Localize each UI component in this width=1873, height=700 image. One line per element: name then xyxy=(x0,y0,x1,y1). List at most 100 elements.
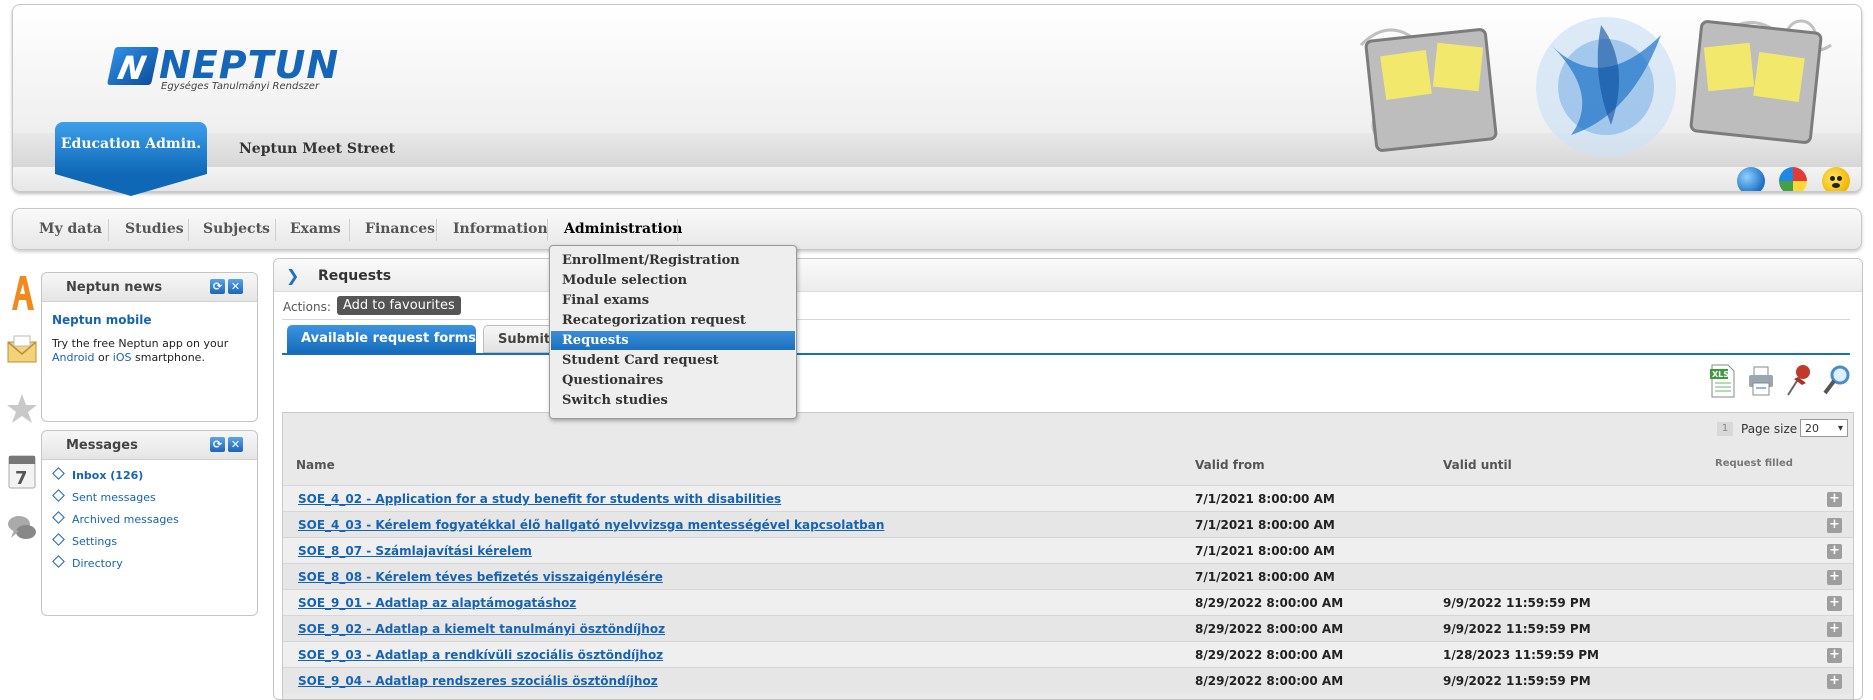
expand-row-button[interactable]: + xyxy=(1827,492,1842,507)
messages-box: Messages ⟳ ✕ Inbox (126) Sent messages A… xyxy=(41,430,258,616)
valid-from-cell: 8/29/2022 8:00:00 AM xyxy=(1195,622,1344,636)
valid-from-cell: 7/1/2021 8:00:00 AM xyxy=(1195,492,1335,506)
messages-box-title: Messages xyxy=(66,438,138,453)
settings-link[interactable]: Settings xyxy=(52,533,117,548)
directory-link[interactable]: Directory xyxy=(52,555,123,570)
nav-separator xyxy=(188,219,189,241)
column-header-request-filled[interactable]: Request filled xyxy=(1715,458,1793,469)
android-link[interactable]: Android xyxy=(52,351,95,364)
requests-table: 1 Page size 20 Name Valid from Valid unt… xyxy=(282,412,1854,699)
column-header-name[interactable]: Name xyxy=(296,458,335,472)
star-icon[interactable] xyxy=(6,392,38,426)
xls-export-icon[interactable]: XLS xyxy=(1708,363,1738,399)
divider xyxy=(282,319,1850,320)
request-link[interactable]: SOE_9_04 - Adatlap rendszeres szociális … xyxy=(298,674,658,688)
requests-panel: ❯ Requests Actions: Add to favourites Av… xyxy=(273,258,1863,700)
color-wheel-icon[interactable] xyxy=(1779,167,1807,191)
table-row: SOE_9_03 - Adatlap a rendkívüli szociáli… xyxy=(283,641,1853,668)
nav-item-studies[interactable]: Studies xyxy=(125,221,184,237)
menu-item-enrollment-registration[interactable]: Enrollment/Registration xyxy=(551,251,795,270)
request-link[interactable]: SOE_9_01 - Adatlap az alaptámogatáshoz xyxy=(298,596,576,610)
print-icon[interactable] xyxy=(1746,363,1776,399)
valid-from-cell: 7/1/2021 8:00:00 AM xyxy=(1195,570,1335,584)
news-box-header: Neptun news ⟳ ✕ xyxy=(42,273,257,302)
svg-text:XLS: XLS xyxy=(1712,370,1729,379)
valid-from-cell: 8/29/2022 8:00:00 AM xyxy=(1195,674,1344,688)
table-row: SOE_4_02 - Application for a study benef… xyxy=(283,485,1853,512)
archived-messages-link[interactable]: Archived messages xyxy=(52,511,179,526)
menu-item-module-selection[interactable]: Module selection xyxy=(551,271,795,290)
nav-item-information[interactable]: Information xyxy=(453,221,548,237)
page-size-select[interactable]: 20 xyxy=(1800,419,1848,438)
neptun-logo[interactable]: N NEPTUN Egységes Tanulmányi Rendszer xyxy=(99,43,338,93)
column-header-valid-from[interactable]: Valid from xyxy=(1195,458,1265,472)
request-link[interactable]: SOE_8_08 - Kérelem téves befizetés vissz… xyxy=(298,570,663,584)
chat-bubbles-icon[interactable] xyxy=(6,512,38,546)
nav-item-my-data[interactable]: My data xyxy=(39,221,102,237)
main-nav: My data Studies Subjects Exams Finances … xyxy=(12,208,1862,250)
valid-from-cell: 8/29/2022 8:00:00 AM xyxy=(1195,596,1344,610)
nav-separator xyxy=(436,219,437,241)
nav-item-administration[interactable]: Administration xyxy=(564,221,682,237)
news-box-title: Neptun news xyxy=(66,280,163,295)
envelope-icon[interactable] xyxy=(6,332,38,366)
page-size-label: Page size xyxy=(1741,422,1798,436)
expand-row-button[interactable]: + xyxy=(1827,518,1842,533)
page-number[interactable]: 1 xyxy=(1717,422,1733,436)
nav-separator xyxy=(275,219,276,241)
role-tab[interactable]: Education Admin. xyxy=(55,122,207,196)
inbox-link[interactable]: Inbox (126) xyxy=(52,467,143,482)
ios-link[interactable]: iOS xyxy=(113,351,132,364)
close-icon[interactable]: ✕ xyxy=(228,279,243,294)
menu-item-final-exams[interactable]: Final exams xyxy=(551,291,795,310)
request-link[interactable]: SOE_4_03 - Kérelem fogyatékkal élő hallg… xyxy=(298,518,884,532)
menu-item-switch-studies[interactable]: Switch studies xyxy=(551,391,795,410)
neptun-mobile-link[interactable]: Neptun mobile xyxy=(52,313,151,327)
header: N NEPTUN Egységes Tanulmányi Rendszer Ne… xyxy=(12,4,1862,192)
nav-item-exams[interactable]: Exams xyxy=(290,221,341,237)
chevron-right-icon: ❯ xyxy=(286,266,300,285)
administration-dropdown: Enrollment/Registration Module selection… xyxy=(549,245,797,419)
nav-item-subjects[interactable]: Subjects xyxy=(203,221,270,237)
refresh-icon[interactable]: ⟳ xyxy=(210,437,225,452)
table-row: SOE_9_02 - Adatlap a kiemelt tanulmányi … xyxy=(283,615,1853,642)
expand-row-button[interactable]: + xyxy=(1827,570,1842,585)
search-magnifier-icon[interactable] xyxy=(1822,363,1852,399)
logo-subtitle: Egységes Tanulmányi Rendszer xyxy=(161,81,320,92)
table-row: SOE_9_04 - Adatlap rendszeres szociális … xyxy=(283,667,1853,694)
nav-item-finances[interactable]: Finances xyxy=(365,221,435,237)
request-link[interactable]: SOE_9_03 - Adatlap a rendkívüli szociáli… xyxy=(298,648,663,662)
calendar-icon[interactable]: 7 xyxy=(6,452,38,489)
expand-row-button[interactable]: + xyxy=(1827,544,1842,559)
accessibility-icon[interactable] xyxy=(1822,167,1850,191)
valid-until-cell: 9/9/2022 11:59:59 PM xyxy=(1443,622,1591,636)
request-link[interactable]: SOE_9_02 - Adatlap a kiemelt tanulmányi … xyxy=(298,622,665,636)
menu-item-recategorization-request[interactable]: Recategorization request xyxy=(551,311,795,330)
tab-available-request-forms[interactable]: Available request forms xyxy=(287,325,476,353)
menu-item-student-card-request[interactable]: Student Card request xyxy=(551,351,795,370)
logo-mark: N xyxy=(106,47,160,87)
globe-icon[interactable] xyxy=(1737,167,1765,191)
request-link[interactable]: SOE_4_02 - Application for a study benef… xyxy=(298,492,781,506)
request-link[interactable]: SOE_8_07 - Számlajavítási kérelem xyxy=(298,544,532,558)
valid-from-cell: 7/1/2021 8:00:00 AM xyxy=(1195,544,1335,558)
expand-row-button[interactable]: + xyxy=(1827,622,1842,637)
refresh-icon[interactable]: ⟳ xyxy=(210,279,225,294)
sent-messages-link[interactable]: Sent messages xyxy=(52,489,156,504)
column-header-valid-until[interactable]: Valid until xyxy=(1443,458,1512,472)
valid-from-cell: 8/29/2022 8:00:00 AM xyxy=(1195,648,1344,662)
add-to-favourites-button[interactable]: Add to favourites xyxy=(337,296,461,315)
expand-row-button[interactable]: + xyxy=(1827,648,1842,663)
valid-until-cell: 9/9/2022 11:59:59 PM xyxy=(1443,596,1591,610)
menu-item-questionaires[interactable]: Questionaires xyxy=(551,371,795,390)
nav-separator xyxy=(677,219,678,241)
expand-row-button[interactable]: + xyxy=(1827,674,1842,689)
news-text: Try the free Neptun app on your Android … xyxy=(52,337,229,364)
expand-row-button[interactable]: + xyxy=(1827,596,1842,611)
pin-icon[interactable] xyxy=(1784,363,1814,399)
messages-box-header: Messages ⟳ ✕ xyxy=(42,431,257,460)
nav-separator xyxy=(108,219,109,241)
a-letter-icon[interactable] xyxy=(6,272,38,310)
menu-item-requests[interactable]: Requests xyxy=(551,331,795,350)
close-icon[interactable]: ✕ xyxy=(228,437,243,452)
